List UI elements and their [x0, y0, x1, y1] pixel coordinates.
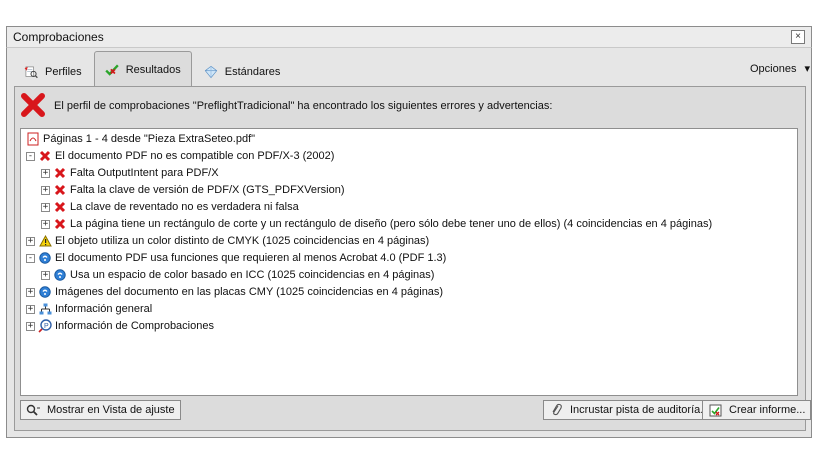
tree-label: La página tiene un rectángulo de corte y…: [70, 218, 713, 230]
expand-toggle[interactable]: +: [26, 287, 35, 297]
title-bar: Comprobaciones ×: [6, 26, 812, 48]
tab-standards[interactable]: Estándares: [194, 57, 291, 87]
tree-label: Información de Comprobaciones: [55, 320, 214, 332]
tree-label: Imágenes del documento en las placas CMY…: [55, 286, 444, 298]
tab-bar: Perfiles Resultados Estándares: [14, 51, 804, 87]
red-x-icon: [38, 149, 52, 163]
red-x-icon: [53, 166, 67, 180]
pdf-icon: [26, 132, 40, 146]
collapse-toggle[interactable]: -: [26, 253, 35, 263]
create-report-button[interactable]: Crear informe...: [702, 400, 812, 420]
tree-row-cmy-images[interactable]: + Imágenes del documento en las placas C…: [26, 284, 443, 300]
red-x-icon: [53, 200, 67, 214]
tree-label: Falta OutputIntent para PDF/X: [70, 167, 219, 179]
svg-text:P: P: [44, 323, 49, 330]
tab-standards-label: Estándares: [224, 66, 281, 78]
embed-audit-trail-button[interactable]: Incrustar pista de auditoría...: [543, 400, 716, 420]
red-x-icon: [53, 217, 67, 231]
tree-row-version-key[interactable]: + Falta la clave de versión de PDF/X (GT…: [41, 182, 345, 198]
tree-row-preflight-info[interactable]: + P Información de Comprobaciones: [26, 318, 214, 334]
profiles-icon: [24, 65, 38, 79]
tab-profiles[interactable]: Perfiles: [14, 57, 92, 87]
expand-toggle[interactable]: +: [26, 321, 35, 331]
tree-row-outputintent[interactable]: + Falta OutputIntent para PDF/X: [41, 165, 219, 181]
big-error-icon: [20, 92, 46, 121]
tree-label: Usa un espacio de color basado en ICC (1…: [70, 269, 435, 281]
tree-row-pdfx[interactable]: - El documento PDF no es compatible con …: [26, 148, 334, 164]
tab-results-label: Resultados: [125, 63, 181, 76]
structure-icon: [38, 302, 52, 316]
expand-toggle[interactable]: +: [41, 202, 50, 212]
tree-label: El documento PDF usa funciones que requi…: [55, 252, 447, 264]
warning-icon: [38, 234, 52, 248]
tree-label: Información general: [55, 303, 153, 315]
show-in-fit-view-button[interactable]: Mostrar en Vista de ajuste: [20, 400, 181, 420]
expand-toggle[interactable]: +: [41, 270, 50, 280]
result-message: El perfil de comprobaciones "PreflightTr…: [20, 91, 800, 121]
window-title: Comprobaciones: [13, 30, 104, 44]
embed-audit-trail-label: Incrustar pista de auditoría...: [570, 404, 710, 416]
message-text: El perfil de comprobaciones "PreflightTr…: [54, 100, 553, 112]
tree-label: Falta la clave de versión de PDF/X (GTS_…: [70, 184, 345, 196]
tree-label: El documento PDF no es compatible con PD…: [55, 150, 335, 162]
crystal-icon: [204, 65, 218, 79]
tree-label: El objeto utiliza un color distinto de C…: [55, 235, 430, 247]
expand-toggle[interactable]: +: [26, 236, 35, 246]
tree-row-non-cmyk[interactable]: + El objeto utiliza un color distinto de…: [26, 233, 429, 249]
tree-row-trim-box[interactable]: + La página tiene un rectángulo de corte…: [41, 216, 712, 232]
preflight-info-icon: P: [38, 319, 52, 333]
tree-row-general-info[interactable]: + Información general: [26, 301, 152, 317]
tab-results[interactable]: Resultados: [93, 51, 192, 87]
info-icon: [53, 268, 67, 282]
red-x-icon: [53, 183, 67, 197]
tree-row-icc[interactable]: + Usa un espacio de color basado en ICC …: [41, 267, 434, 283]
tree-row-pages[interactable]: Páginas 1 - 4 desde "Pieza ExtraSeteo.pd…: [26, 131, 255, 147]
options-label: Opciones: [749, 62, 797, 75]
expand-toggle[interactable]: +: [41, 168, 50, 178]
check-icon: [105, 63, 119, 77]
info-icon: [38, 285, 52, 299]
show-in-fit-view-label: Mostrar en Vista de ajuste: [47, 404, 175, 416]
tab-profiles-label: Perfiles: [45, 66, 82, 78]
tree-row-acrobat4[interactable]: - El documento PDF usa funciones que req…: [26, 250, 446, 266]
expand-toggle[interactable]: +: [26, 304, 35, 314]
paperclip-icon: [549, 403, 563, 417]
expand-toggle[interactable]: +: [41, 185, 50, 195]
tree-row-trapped-key[interactable]: + La clave de reventado no es verdadera …: [41, 199, 299, 215]
create-report-label: Crear informe...: [729, 404, 806, 416]
magnifier-icon: [26, 403, 40, 417]
results-tree[interactable]: Páginas 1 - 4 desde "Pieza ExtraSeteo.pd…: [20, 128, 798, 396]
tree-label: La clave de reventado no es verdadera ni…: [70, 201, 299, 213]
close-button[interactable]: ×: [791, 30, 805, 44]
collapse-toggle[interactable]: -: [26, 151, 35, 161]
report-icon: [708, 403, 722, 417]
chevron-down-icon: ▾: [804, 63, 810, 75]
options-menu[interactable]: Opciones ▾: [749, 62, 810, 76]
info-icon: [38, 251, 52, 265]
tree-label: Páginas 1 - 4 desde "Pieza ExtraSeteo.pd…: [43, 133, 256, 145]
expand-toggle[interactable]: +: [41, 219, 50, 229]
